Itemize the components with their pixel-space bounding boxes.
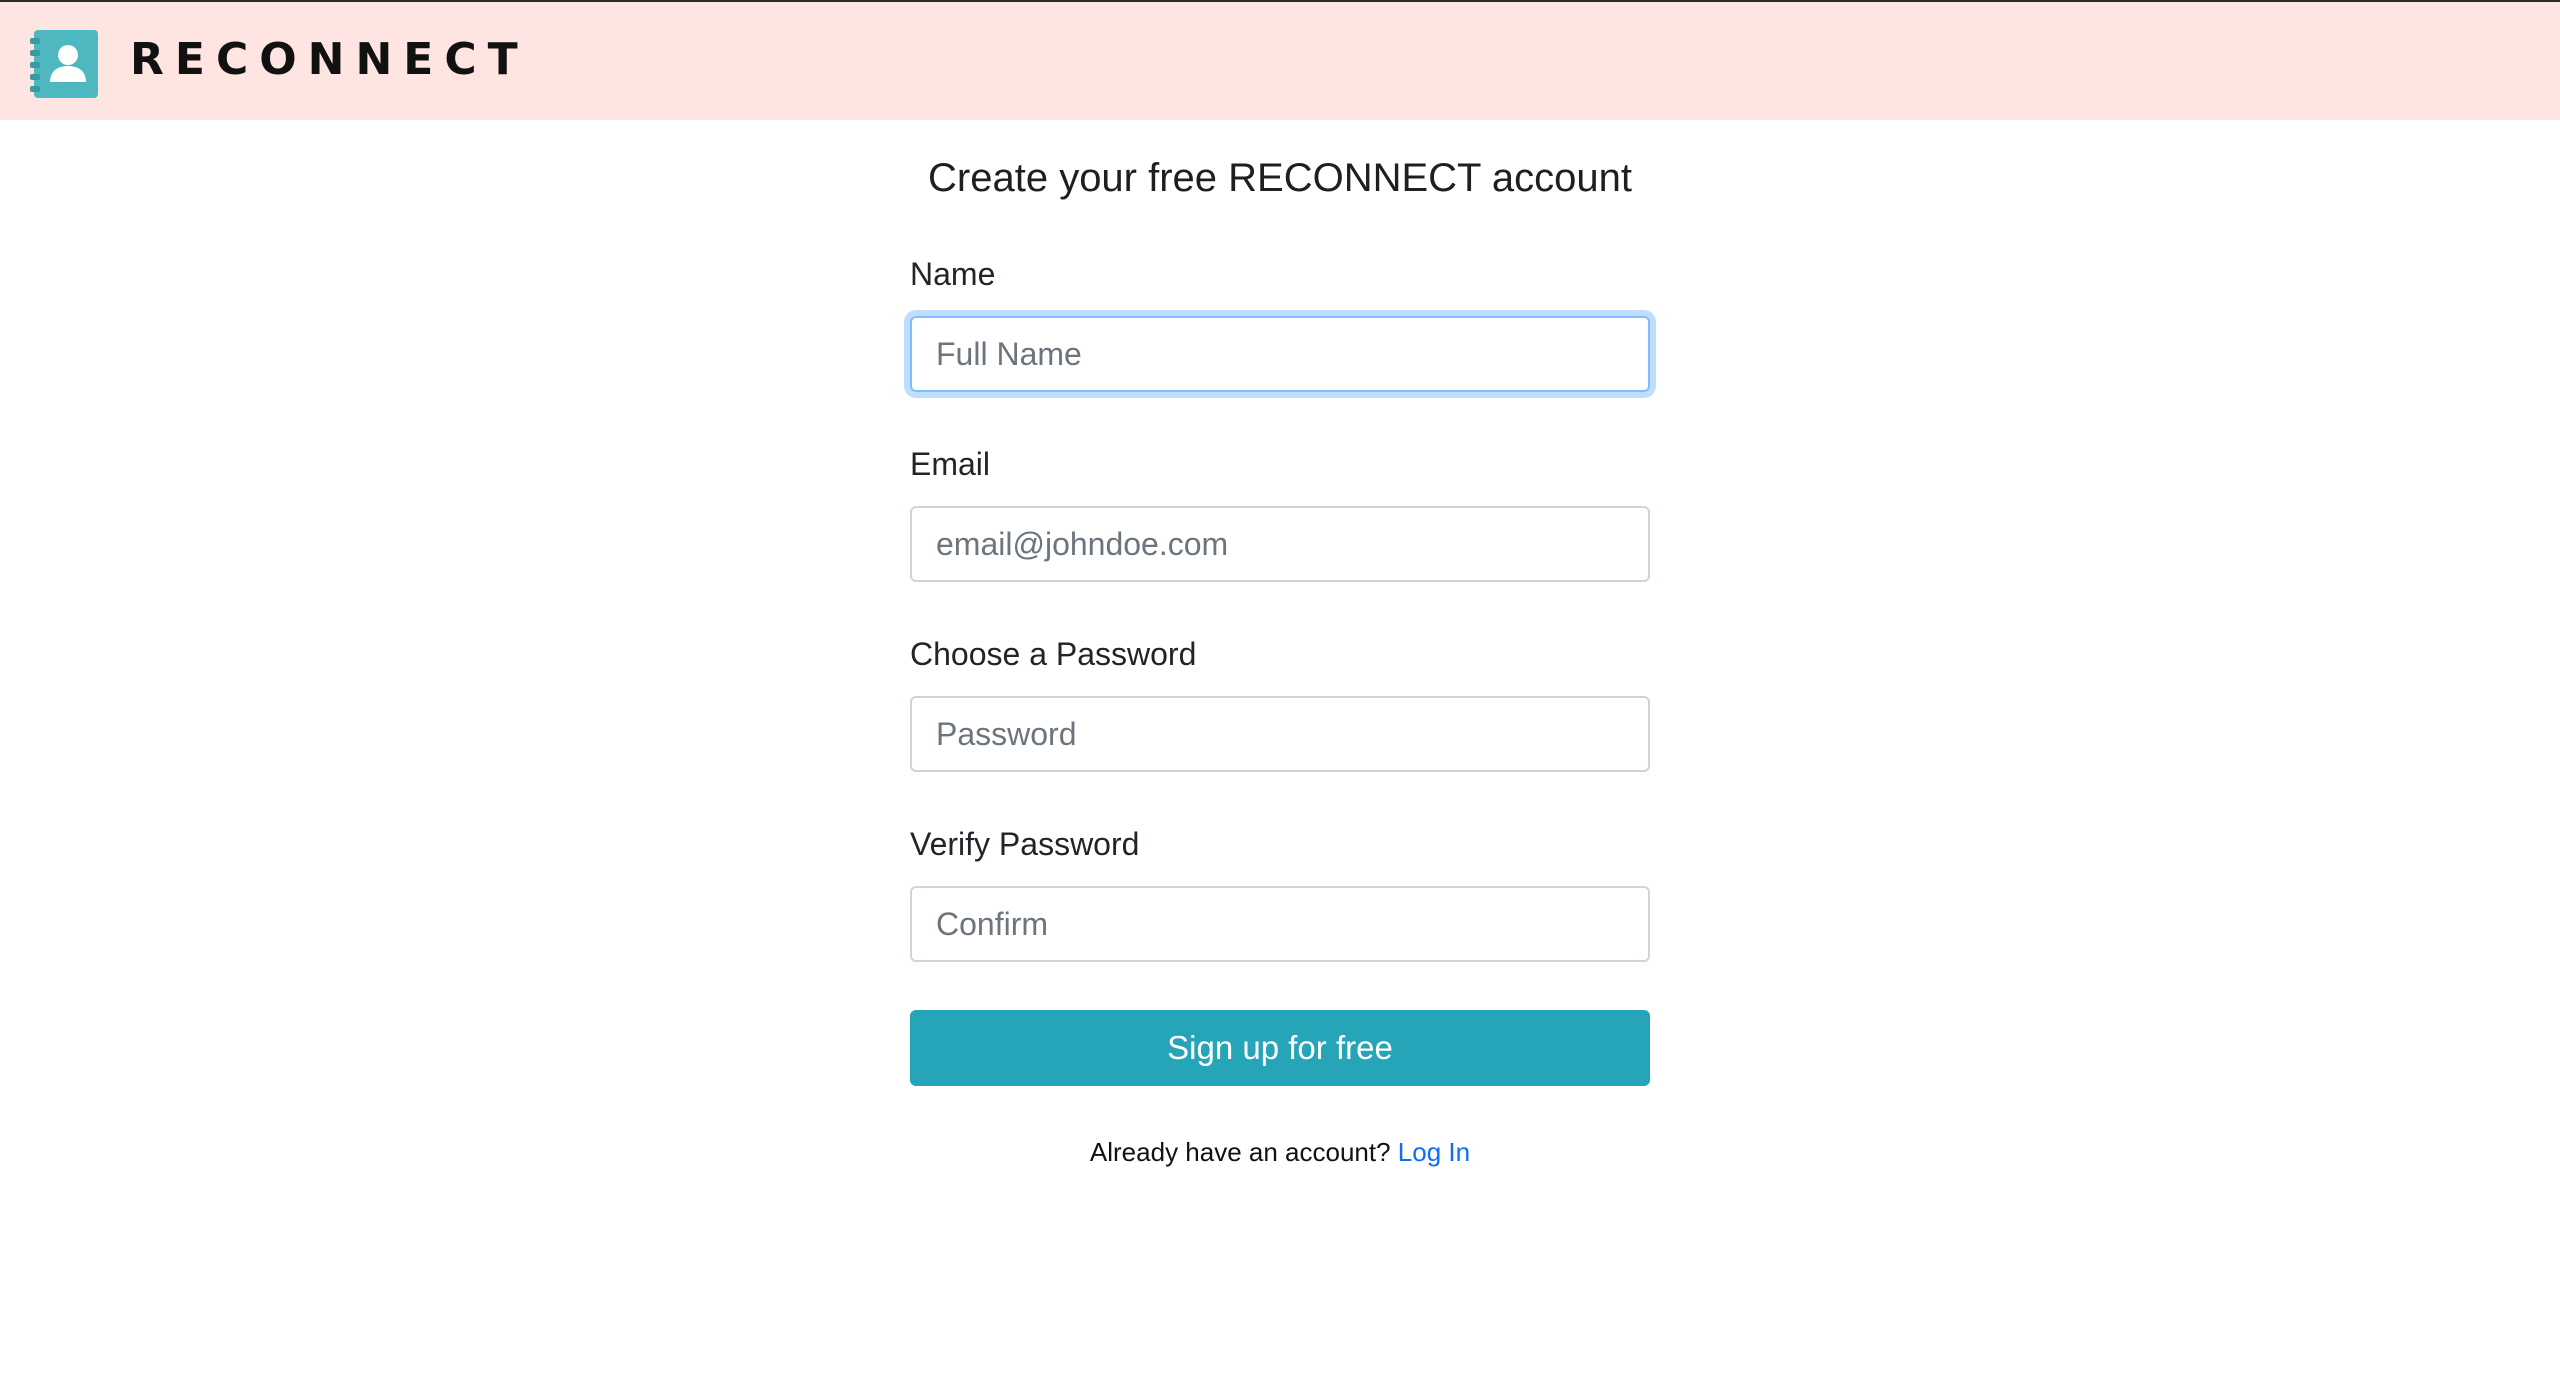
login-prompt-line: Already have an account? Log In <box>0 1132 2560 1172</box>
name-label: Name <box>910 256 996 292</box>
verify-password-label: Verify Password <box>910 826 1140 862</box>
login-prompt-text: Already have an account? <box>1089 1137 1391 1167</box>
verify-password-input[interactable] <box>910 886 1650 962</box>
password-label: Choose a Password <box>910 636 1197 672</box>
brand-logo-text[interactable]: RECONNECT <box>130 30 529 90</box>
contact-book-icon[interactable] <box>28 28 102 100</box>
email-input[interactable] <box>910 506 1650 582</box>
page-title: Create your free RECONNECT account <box>928 156 1632 200</box>
top-header: RECONNECT <box>0 0 2560 120</box>
login-link[interactable]: Log In <box>1398 1137 1470 1167</box>
name-input[interactable] <box>910 316 1650 392</box>
email-label: Email <box>910 446 991 482</box>
password-input[interactable] <box>910 696 1650 772</box>
signup-button[interactable]: Sign up for free <box>910 1010 1650 1086</box>
